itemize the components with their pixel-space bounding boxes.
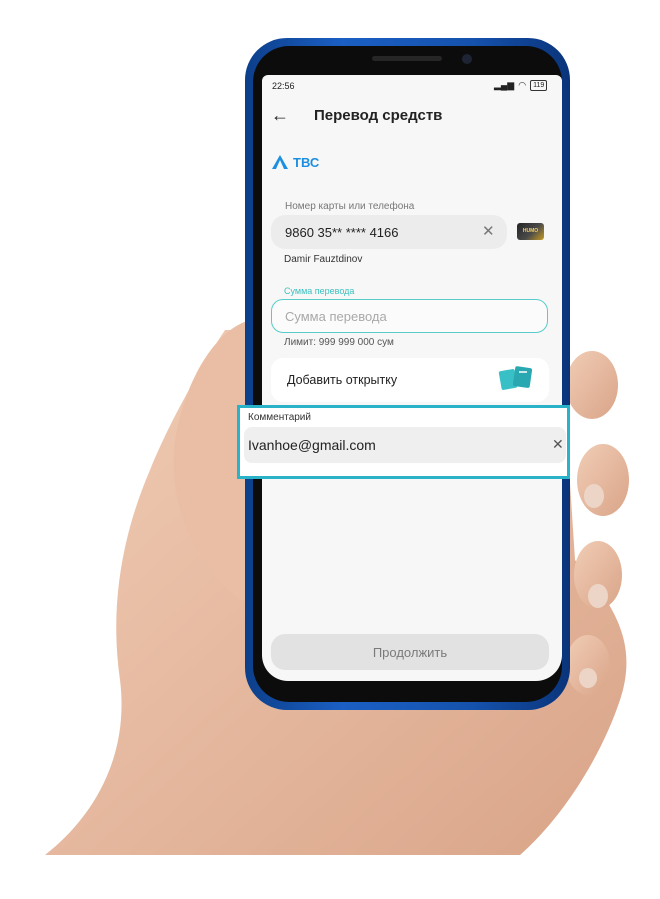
comment-value[interactable]: Ivanhoe@gmail.com	[248, 437, 376, 453]
amount-placeholder[interactable]: Сумма перевода	[285, 309, 387, 324]
card-owner-name: Damir Fauztdinov	[284, 254, 363, 265]
status-icons: ▂▄▆ ◠ 119	[494, 80, 548, 91]
humo-card-icon: HUMO	[517, 223, 544, 240]
battery-icon: 119	[530, 80, 548, 91]
bank-triangle-icon	[272, 155, 288, 169]
wifi-icon: ◠	[518, 80, 527, 90]
back-arrow-icon[interactable]: ←	[271, 105, 289, 126]
amount-field-label: Сумма перевода	[284, 286, 355, 296]
comment-clear-icon[interactable]: ✕	[552, 436, 564, 453]
amount-limit: Лимит: 999 999 000 сум	[284, 337, 394, 348]
card-number-value[interactable]: 9860 35** **** 4166	[285, 225, 399, 240]
bank-logo: ТВС	[271, 154, 319, 170]
page-title: Перевод средств	[314, 107, 443, 124]
continue-button[interactable]: Продолжить	[271, 634, 549, 670]
status-time: 22:56	[272, 81, 295, 91]
bank-name: ТВС	[293, 154, 320, 170]
card-clear-icon[interactable]: ✕	[482, 222, 495, 240]
comment-field-label: Комментарий	[248, 412, 311, 423]
add-postcard-label: Добавить открытку	[287, 373, 398, 387]
front-camera	[462, 54, 472, 64]
card-field-label: Номер карты или телефона	[285, 201, 415, 212]
signal-icon: ▂▄▆	[494, 80, 515, 90]
postcard-icon	[498, 366, 533, 390]
phone-speaker	[372, 56, 442, 61]
